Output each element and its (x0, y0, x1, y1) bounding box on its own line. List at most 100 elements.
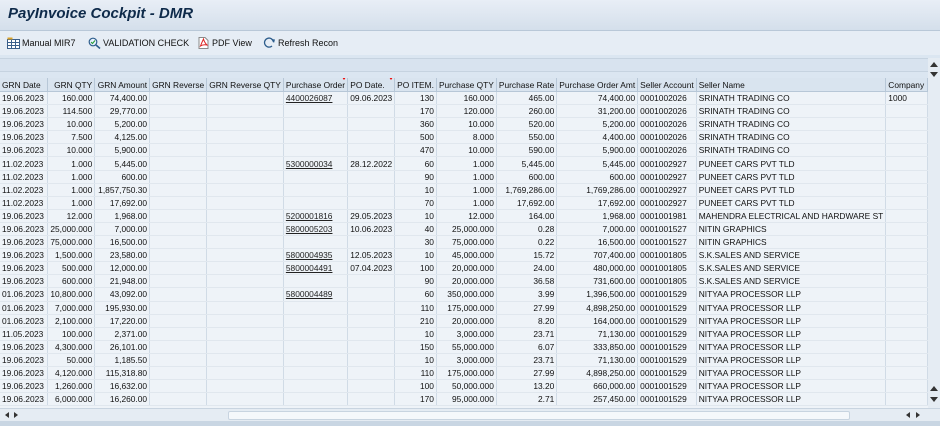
table-row[interactable]: 19.06.2023 50.000 1,185.50 10 3,000.000 23.71… (0, 353, 928, 367)
table-cell (885, 117, 928, 132)
column-header[interactable]: Purchase Order Amt (556, 78, 639, 92)
table-row[interactable]: 19.06.2023 160.000 74,400.00 4400026087 09.0… (0, 91, 928, 106)
table-cell: 19.06.2023 (0, 353, 49, 367)
table-cell: 25,000.000 (47, 222, 96, 237)
table-cell: 6,000.000 (47, 392, 96, 407)
table-cell[interactable]: 5800005203 (283, 222, 349, 237)
table-cell[interactable]: 4400026087 (283, 91, 349, 106)
table-cell: PUNEET CARS PVT TLD (696, 156, 887, 171)
column-header[interactable]: GRN Date (0, 78, 49, 92)
column-header[interactable]: Purchase QTY (436, 78, 497, 92)
pdf-view-button[interactable]: PDF View (197, 35, 252, 51)
table-cell: NITIN GRAPHICS (696, 235, 887, 250)
column-header[interactable]: Seller Name (696, 78, 887, 92)
table-row[interactable]: 01.06.2023 7,000.000 195,930.00 110 175,000.… (0, 301, 928, 315)
table-cell: 10.000 (436, 117, 497, 132)
table-cell: 60 (394, 156, 437, 171)
table-row[interactable]: 19.06.2023 75,000.000 16,500.00 30 75,000.00… (0, 235, 928, 250)
table-cell[interactable]: 5800004491 (283, 261, 349, 276)
table-row[interactable]: 19.06.2023 12.000 1,968.00 5200001816 29.05.… (0, 209, 928, 223)
column-header[interactable]: GRN Reverse (149, 78, 208, 92)
table-row[interactable]: 19.06.2023 500.000 12,000.00 5800004491 07.0… (0, 261, 928, 276)
table-row[interactable]: 19.06.2023 25,000.000 7,000.00 5800005203 10… (0, 222, 928, 237)
table-cell (206, 301, 284, 315)
table-cell (149, 209, 208, 223)
magnifier-check-icon (88, 37, 101, 50)
table-row[interactable]: 19.06.2023 1,500.000 23,580.00 5800004935 12… (0, 248, 928, 263)
scroll-up-icon[interactable] (930, 62, 938, 67)
table-cell (206, 392, 284, 407)
table-row[interactable]: 01.06.2023 2,100.000 17,220.00 210 20,000.00… (0, 314, 928, 328)
table-cell: 120.000 (436, 104, 497, 119)
table-cell: 19.06.2023 (0, 366, 49, 381)
table-cell: 520.00 (496, 117, 558, 132)
manual-mir7-button[interactable]: Manual MIR7 (7, 35, 76, 51)
column-header[interactable]: GRN Amount (94, 78, 151, 92)
table-row[interactable]: 19.06.2023 4,300.000 26,101.00 150 55,000.00… (0, 340, 928, 354)
scroll-left-icon[interactable] (906, 412, 910, 418)
table-cell (885, 222, 928, 237)
validation-check-button[interactable]: VALIDATION CHECK (88, 35, 189, 51)
table-row[interactable]: 19.06.2023 10.000 5,900.00 470 10.000 590.00 5… (0, 143, 928, 158)
refresh-icon (263, 37, 276, 49)
column-header[interactable]: Company (885, 78, 928, 92)
scroll-left-icon[interactable] (5, 412, 9, 418)
scroll-thumb[interactable] (228, 411, 850, 420)
table-cell (206, 314, 284, 328)
table-row[interactable]: 11.02.2023 1.000 5,445.00 5300000034 28.12.2… (0, 156, 928, 171)
table-row[interactable]: 11.02.2023 1.000 1,857,750.30 10 1.000 1,769,… (0, 183, 928, 197)
table-cell[interactable]: 5800004935 (283, 248, 349, 263)
table-cell: 71,130.00 (556, 353, 639, 367)
table-cell: 19.06.2023 (0, 379, 49, 394)
column-header[interactable]: PO ITEM. (394, 78, 437, 92)
table-cell (206, 183, 284, 197)
column-header[interactable]: GRN QTY (47, 78, 96, 92)
table-cell: 75,000.000 (47, 235, 96, 250)
table-cell: PUNEET CARS PVT TLD (696, 183, 887, 197)
column-header-label: PO Date. (350, 79, 385, 90)
table-row[interactable]: 11.02.2023 1.000 17,692.00 70 1.000 17,692.00… (0, 196, 928, 210)
column-header[interactable]: GRN Reverse QTY (206, 78, 284, 92)
scroll-right-icon[interactable] (916, 412, 920, 418)
table-cell: 100 (394, 261, 437, 276)
table-row[interactable]: 11.05.2023 100.000 2,371.00 10 3,000.000 23.7… (0, 327, 928, 341)
column-header[interactable]: Purchase Rate (496, 78, 558, 92)
table-cell: NITYAA PROCESSOR LLP (696, 379, 887, 394)
table-cell[interactable]: 5800004489 (283, 287, 349, 302)
table-cell: NITIN GRAPHICS (696, 222, 887, 237)
table-row[interactable]: 19.06.2023 114.500 29,770.00 170 120.000 260.… (0, 104, 928, 119)
table-row[interactable]: 19.06.2023 6,000.000 16,260.00 170 95,000.00… (0, 392, 928, 407)
table-cell: 10,800.000 (47, 287, 96, 302)
horizontal-scrollbar[interactable] (0, 408, 940, 421)
table-cell (885, 170, 928, 184)
table-cell (149, 379, 208, 394)
table-cell: 24.00 (496, 261, 558, 276)
table-row[interactable]: 19.06.2023 7.500 4,125.00 500 8.000 550.00 4,4… (0, 130, 928, 145)
scroll-down-icon[interactable] (930, 397, 938, 402)
table-row[interactable]: 19.06.2023 10.000 5,200.00 360 10.000 520.00 5… (0, 117, 928, 132)
table-cell: 13.20 (496, 379, 558, 394)
refresh-recon-button[interactable]: Refresh Recon (263, 35, 338, 51)
vertical-scrollbar[interactable] (928, 58, 940, 408)
table-cell: 470 (394, 143, 437, 158)
table-cell: 1,769,286.00 (496, 183, 558, 197)
scroll-down-icon[interactable] (930, 72, 938, 77)
table-cell: S.K.SALES AND SERVICE (696, 274, 887, 289)
table-cell (149, 170, 208, 184)
table-row[interactable]: 19.06.2023 1,260.000 16,632.00 100 50,000.00… (0, 379, 928, 394)
scroll-up-icon[interactable] (930, 386, 938, 391)
table-cell: 600.00 (556, 170, 639, 184)
table-row[interactable]: 01.06.2023 10,800.000 43,092.00 5800004489 6… (0, 287, 928, 302)
table-cell[interactable]: 5300000034 (283, 156, 349, 171)
column-header[interactable]: PO Date. (347, 78, 396, 92)
table-cell (149, 248, 208, 263)
column-header[interactable]: Seller Account (637, 78, 697, 92)
scroll-right-icon[interactable] (14, 412, 18, 418)
table-cell: 3,000.000 (436, 353, 497, 367)
table-row[interactable]: 19.06.2023 4,120.000 115,318.80 110 175,000.… (0, 366, 928, 381)
table-cell[interactable]: 5200001816 (283, 209, 349, 223)
table-row[interactable]: 19.06.2023 600.000 21,948.00 90 20,000.000 36… (0, 274, 928, 289)
table-cell: 20,000.000 (436, 261, 497, 276)
table-row[interactable]: 11.02.2023 1.000 600.00 90 1.000 600.00 600.00… (0, 170, 928, 184)
column-header[interactable]: Purchase Order (283, 78, 349, 92)
